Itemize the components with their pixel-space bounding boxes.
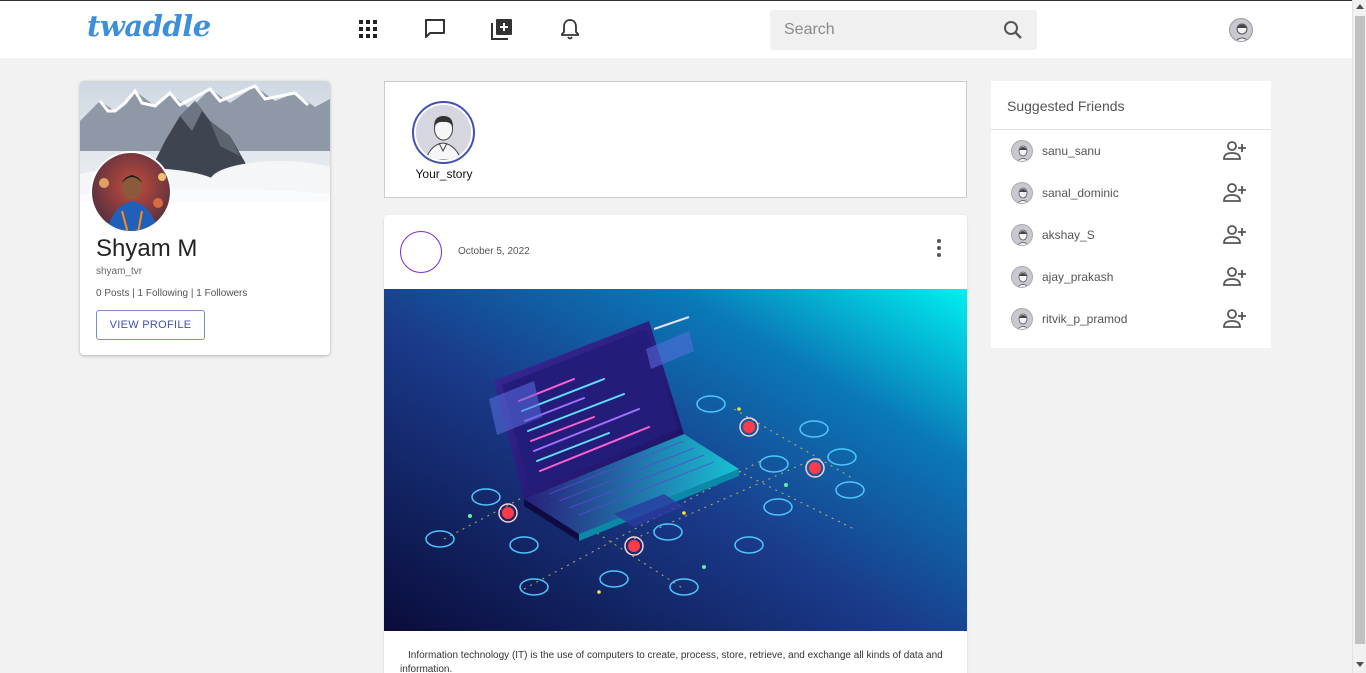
chat-icon[interactable] [422, 16, 448, 42]
post-caption: Information technology (IT) is the use o… [400, 650, 943, 673]
friend-avatar[interactable] [1011, 224, 1033, 246]
profile-avatar[interactable] [90, 151, 172, 233]
add-friend-icon[interactable] [1223, 266, 1247, 288]
post-author-avatar[interactable] [400, 231, 442, 273]
scroll-up-arrow-icon[interactable] [1356, 4, 1364, 9]
friend-name[interactable]: akshay_S [1042, 228, 1095, 242]
post-date: October 5, 2022 [458, 246, 530, 257]
add-friend-icon[interactable] [1223, 140, 1247, 162]
profile-card: Shyam M shyam_tvr 0 Posts | 1 Following … [80, 81, 330, 355]
profile-username: shyam_tvr [96, 266, 143, 277]
top-navbar: twaddle [0, 0, 1352, 58]
post-image[interactable] [384, 289, 967, 631]
friend-row: sanal_dominic [991, 172, 1271, 214]
story-avatar [416, 105, 471, 160]
search-box [770, 10, 1037, 50]
stories-bar: Your_story [384, 81, 967, 198]
profile-name: Shyam M [96, 235, 198, 262]
scroll-down-arrow-icon[interactable] [1356, 662, 1364, 667]
add-friend-icon[interactable] [1223, 182, 1247, 204]
search-input[interactable] [770, 10, 990, 50]
friend-avatar[interactable] [1011, 308, 1033, 330]
story-item[interactable]: Your_story [385, 82, 503, 192]
story-label: Your_story [415, 167, 473, 181]
bell-icon[interactable] [557, 16, 583, 42]
friend-name[interactable]: ajay_prakash [1042, 270, 1113, 284]
friend-avatar[interactable] [1011, 140, 1033, 162]
more-options-icon[interactable] [932, 238, 946, 258]
friend-row: sanu_sanu [991, 130, 1271, 172]
add-friend-icon[interactable] [1223, 224, 1247, 246]
user-avatar[interactable] [1229, 18, 1253, 42]
suggested-friends-title: Suggested Friends [1007, 98, 1125, 114]
friend-row: akshay_S [991, 214, 1271, 256]
page-scrollbar[interactable] [1352, 0, 1366, 673]
friend-name[interactable]: sanu_sanu [1042, 144, 1101, 158]
friend-name[interactable]: sanal_dominic [1042, 186, 1119, 200]
app-logo[interactable]: twaddle [87, 9, 211, 43]
friend-name[interactable]: ritvik_p_pramod [1042, 312, 1127, 326]
friend-row: ajay_prakash [991, 256, 1271, 298]
profile-stats: 0 Posts | 1 Following | 1 Followers [96, 288, 248, 299]
friend-avatar[interactable] [1011, 266, 1033, 288]
friend-avatar[interactable] [1011, 182, 1033, 204]
story-avatar-ring[interactable] [412, 101, 475, 164]
friend-row: ritvik_p_pramod [991, 298, 1271, 340]
add-friend-icon[interactable] [1223, 308, 1247, 330]
grid-icon[interactable] [355, 16, 381, 42]
post-card: October 5, 2022 Information technology (… [384, 215, 967, 673]
view-profile-button[interactable]: VIEW PROFILE [96, 310, 205, 340]
scrollbar-thumb[interactable] [1355, 16, 1365, 644]
add-post-icon[interactable] [489, 16, 515, 42]
suggested-friends-panel: Suggested Friends sanu_sanu sanal_domini… [991, 81, 1271, 348]
search-icon[interactable] [1003, 20, 1023, 40]
